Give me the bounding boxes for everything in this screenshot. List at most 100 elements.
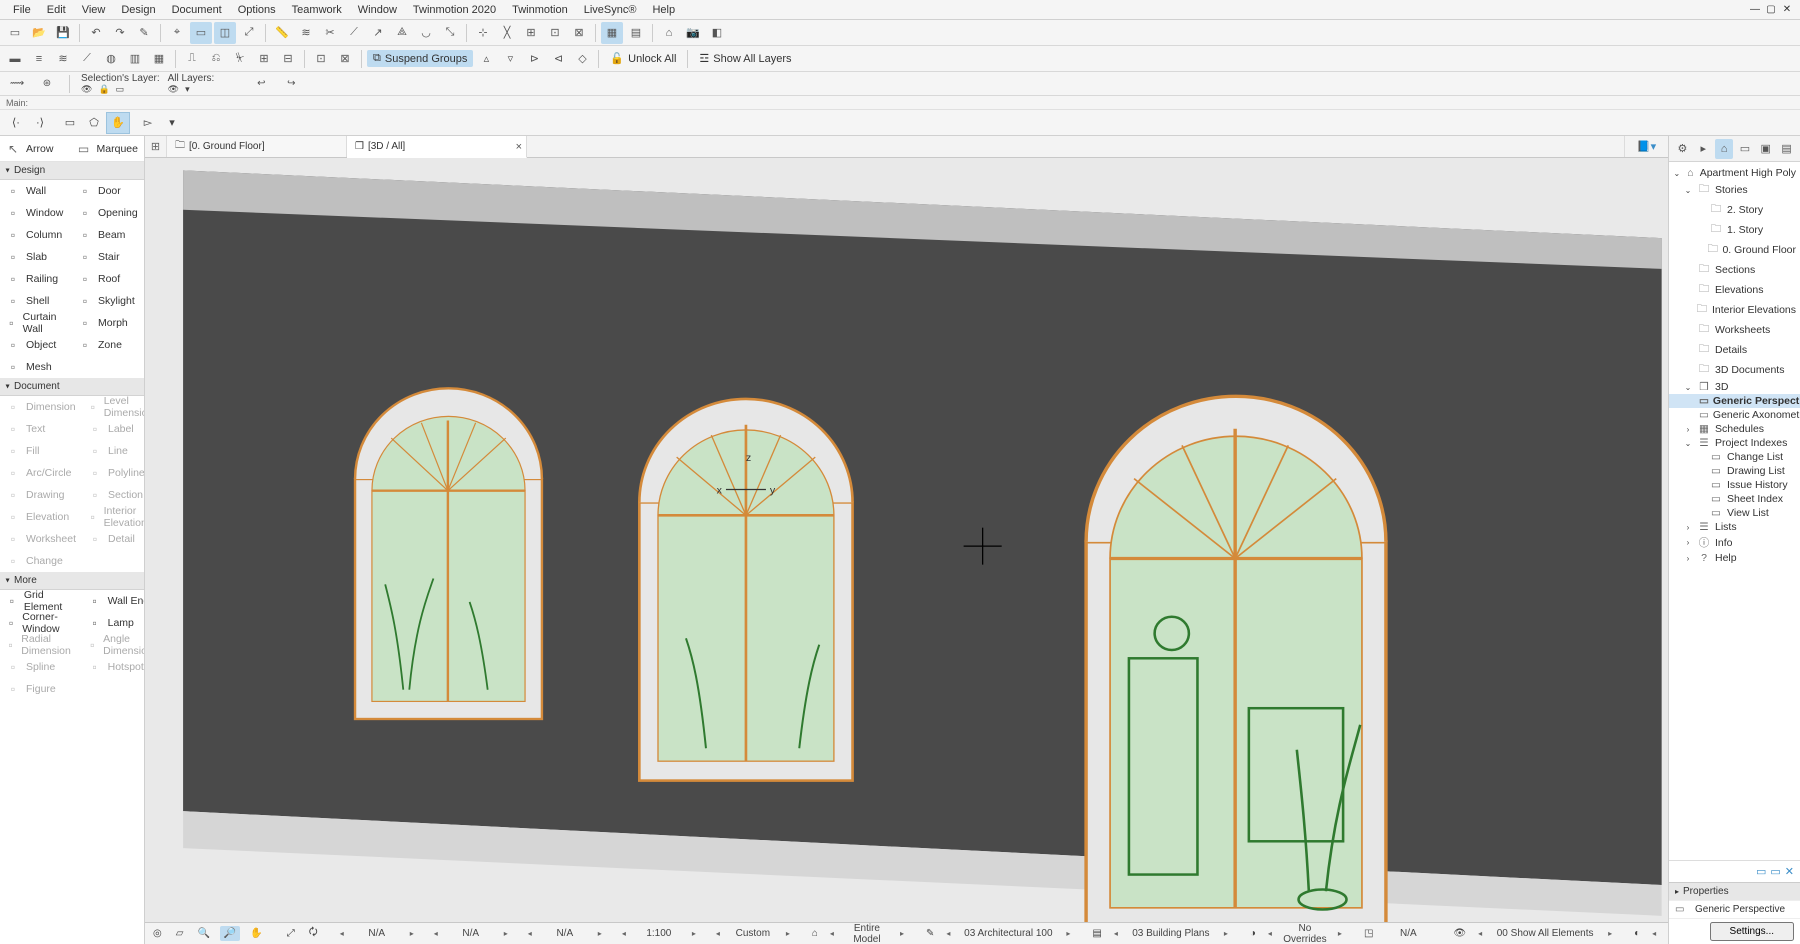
snap-2-icon[interactable]: ╳ bbox=[496, 22, 518, 44]
tree-worksheets[interactable]: 🗀Worksheets bbox=[1669, 320, 1800, 340]
tool-object[interactable]: ▫Object bbox=[0, 334, 72, 356]
window-minimize-icon[interactable]: — bbox=[1748, 4, 1762, 15]
pick-icon[interactable]: ✎ bbox=[133, 22, 155, 44]
tool-beam[interactable]: ▫Beam bbox=[72, 224, 144, 246]
sb-refresh-icon[interactable]: 🗘 bbox=[305, 923, 322, 944]
snap-4-icon[interactable]: ⊡ bbox=[544, 22, 566, 44]
sb-next-6[interactable]: ▸ bbox=[898, 929, 906, 938]
tree-int-elev[interactable]: 🗀Interior Elevations bbox=[1669, 300, 1800, 320]
layer-b-icon[interactable]: ≡ bbox=[28, 48, 50, 70]
tree-drawinglist[interactable]: ▭Drawing List bbox=[1669, 464, 1800, 478]
align-2-icon[interactable]: ⎌ bbox=[205, 48, 227, 70]
sb-custom[interactable]: Custom bbox=[728, 928, 778, 939]
tree-details[interactable]: 🗀Details bbox=[1669, 340, 1800, 360]
sb-building-plans[interactable]: 03 Building Plans bbox=[1126, 928, 1216, 939]
save-icon[interactable]: 💾 bbox=[52, 22, 74, 44]
nav-tab-view-icon[interactable]: ▭ bbox=[1735, 139, 1754, 159]
tree-generic-perspective[interactable]: ▭Generic Perspective bbox=[1669, 394, 1800, 408]
sel-filter-icon[interactable]: ⊛ bbox=[36, 73, 58, 95]
sb-next-3[interactable]: ▸ bbox=[596, 929, 604, 938]
sb-zoom-icon[interactable]: 🔍 bbox=[193, 926, 213, 941]
tool-wall-end[interactable]: ▫Wall End bbox=[82, 590, 145, 612]
sb-prev-11[interactable]: ◂ bbox=[1650, 929, 1658, 938]
section-design[interactable]: Design bbox=[0, 162, 144, 180]
tree-viewlist[interactable]: ▭View List bbox=[1669, 506, 1800, 520]
menu-twinmotion[interactable]: Twinmotion bbox=[505, 2, 575, 18]
tree-story-0[interactable]: 🗀0. Ground Floor bbox=[1669, 240, 1800, 260]
tree-root[interactable]: ⌄⌂Apartment High Poly bbox=[1669, 166, 1800, 180]
resize-icon[interactable]: ⤡ bbox=[439, 22, 461, 44]
undo-icon[interactable]: ↶ bbox=[85, 22, 107, 44]
adjust-icon[interactable]: ↗ bbox=[367, 22, 389, 44]
ruler-icon[interactable]: ≋ bbox=[295, 22, 317, 44]
window-close-icon[interactable]: ✕ bbox=[1780, 4, 1794, 15]
selections-layer-lock-icon[interactable]: 🔒 bbox=[98, 85, 109, 94]
sb-no-overrides[interactable]: No Overrides bbox=[1280, 923, 1330, 944]
tree-action-2-icon[interactable]: ▭ bbox=[1770, 865, 1780, 878]
tool-zone[interactable]: ▫Zone bbox=[72, 334, 144, 356]
sb-next-1[interactable]: ▸ bbox=[408, 929, 416, 938]
expand-4-icon[interactable]: ⊲ bbox=[547, 48, 569, 70]
intersect-icon[interactable]: ⟁ bbox=[391, 22, 413, 44]
sb-scale[interactable]: 1:100 bbox=[634, 928, 684, 939]
sb-prev-6[interactable]: ◂ bbox=[828, 929, 836, 938]
tree-info[interactable]: ›ⓘInfo bbox=[1669, 534, 1800, 551]
tool-window[interactable]: ▫Window bbox=[0, 202, 72, 224]
nav-cursor-dropdown-icon[interactable]: ▾ bbox=[160, 112, 184, 134]
tree-elevations[interactable]: 🗀Elevations bbox=[1669, 280, 1800, 300]
sb-prev-3[interactable]: ◂ bbox=[526, 929, 534, 938]
tab-3d-all[interactable]: ❒ [3D / All] × bbox=[347, 136, 527, 158]
nav-tab-layout-icon[interactable]: ▣ bbox=[1756, 139, 1775, 159]
layer-g-icon[interactable]: ▦ bbox=[148, 48, 170, 70]
tree-3d[interactable]: ⌄❒3D bbox=[1669, 380, 1800, 394]
section-more[interactable]: More bbox=[0, 572, 144, 590]
tab-close-icon[interactable]: × bbox=[516, 141, 522, 153]
sb-house-icon[interactable]: ⌂ bbox=[808, 926, 822, 941]
expand-3-icon[interactable]: ⊳ bbox=[523, 48, 545, 70]
sb-zoom2-icon[interactable]: 🔎 bbox=[220, 926, 240, 941]
all-layers-eye-icon[interactable]: 👁 bbox=[168, 85, 179, 94]
nav-tab-pub-icon[interactable]: ▤ bbox=[1777, 139, 1796, 159]
tree-action-1-icon[interactable]: ▭ bbox=[1756, 865, 1766, 878]
sb-prev-9[interactable]: ◂ bbox=[1266, 929, 1274, 938]
nav-next-icon[interactable]: ·⟩ bbox=[28, 112, 52, 134]
sb-persp-icon[interactable]: ▱ bbox=[172, 926, 188, 941]
menu-options[interactable]: Options bbox=[231, 2, 283, 18]
sb-next-7[interactable]: ▸ bbox=[1064, 929, 1072, 938]
sb-entire-model[interactable]: Entire Model bbox=[842, 923, 892, 944]
section-document[interactable]: Document bbox=[0, 378, 144, 396]
view-section-icon[interactable]: ◧ bbox=[706, 22, 728, 44]
all-layers-lock-icon[interactable]: ▾ bbox=[185, 85, 190, 94]
nav-poly-icon[interactable]: ⬠ bbox=[82, 112, 106, 134]
sb-prev-7[interactable]: ◂ bbox=[944, 929, 952, 938]
tree-help[interactable]: ›?Help bbox=[1669, 551, 1800, 565]
tool-railing[interactable]: ▫Railing bbox=[0, 268, 72, 290]
expand-5-icon[interactable]: ◇ bbox=[571, 48, 593, 70]
tab-grid-icon[interactable]: ⊞ bbox=[145, 136, 167, 157]
sb-fit-icon[interactable]: ⤢ bbox=[283, 926, 299, 941]
tool-roof[interactable]: ▫Roof bbox=[72, 268, 144, 290]
tool-morph[interactable]: ▫Morph bbox=[72, 312, 144, 334]
sb-prev-10[interactable]: ◂ bbox=[1476, 929, 1484, 938]
cursor-mode-1-icon[interactable]: ⌖ bbox=[166, 22, 188, 44]
viewport-3d[interactable]: z xy bbox=[145, 158, 1668, 922]
snap-3-icon[interactable]: ⊞ bbox=[520, 22, 542, 44]
menu-view[interactable]: View bbox=[75, 2, 113, 18]
fillet-icon[interactable]: ◡ bbox=[415, 22, 437, 44]
layer-d-icon[interactable]: ⟋ bbox=[76, 48, 98, 70]
sb-hand-icon[interactable]: ✋ bbox=[246, 926, 266, 941]
selections-layer-eye-icon[interactable]: 👁 bbox=[81, 85, 92, 94]
tab-ground-floor[interactable]: 🗀 [0. Ground Floor] bbox=[167, 136, 347, 157]
tool-grid-element[interactable]: ▫Grid Element bbox=[0, 590, 82, 612]
tree-sheetindex[interactable]: ▭Sheet Index bbox=[1669, 492, 1800, 506]
history-fwd-icon[interactable]: ↪ bbox=[280, 73, 302, 95]
tree-action-3-icon[interactable]: ✕ bbox=[1785, 865, 1794, 878]
menu-document[interactable]: Document bbox=[165, 2, 229, 18]
tree-sections[interactable]: 🗀Sections bbox=[1669, 260, 1800, 280]
unlock-all-button[interactable]: 🔓 Unlock All bbox=[604, 50, 682, 67]
tool-marquee[interactable]: ▭Marquee bbox=[71, 136, 144, 161]
grid-snap-icon[interactable]: ▦ bbox=[601, 22, 623, 44]
sb-next-2[interactable]: ▸ bbox=[502, 929, 510, 938]
layer-f-icon[interactable]: ▥ bbox=[124, 48, 146, 70]
tree-story-2[interactable]: 🗀2. Story bbox=[1669, 200, 1800, 220]
